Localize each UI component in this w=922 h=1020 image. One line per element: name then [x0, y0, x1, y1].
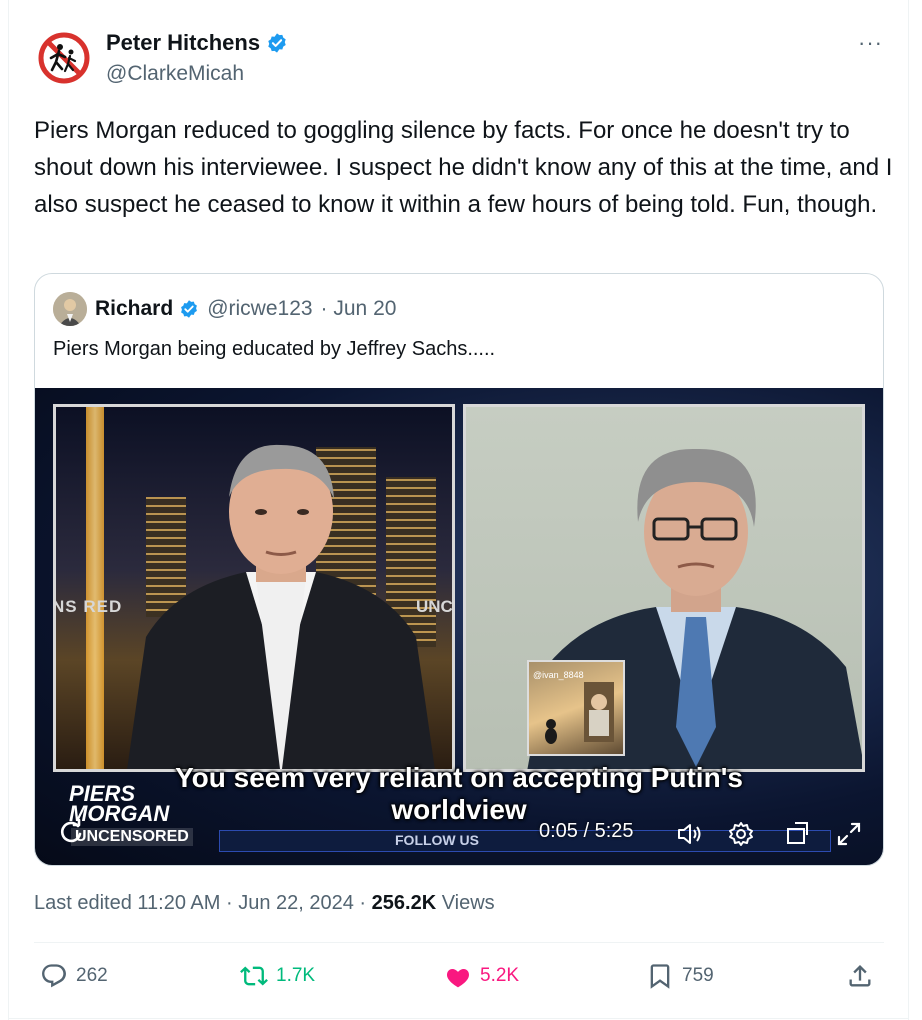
reply-button[interactable]: 262	[40, 962, 108, 990]
bottom-divider	[8, 1018, 908, 1019]
video-left-panel: NS RED UNC	[53, 404, 455, 772]
repost-count: 1.7K	[276, 965, 316, 986]
bookmark-icon	[650, 964, 670, 989]
quoted-tweet-header: Richard @ricwe123 · Jun 20	[53, 292, 396, 326]
quoted-author-avatar[interactable]	[53, 292, 87, 326]
repost-icon	[240, 966, 268, 986]
edited-timestamp[interactable]: Last edited 11:20 AM · Jun 22, 2024 ·	[34, 892, 372, 914]
settings-icon[interactable]	[727, 820, 755, 848]
like-count: 5.2K	[480, 965, 520, 986]
quoted-author-name-row[interactable]: Richard	[95, 297, 199, 321]
quoted-tweet-date[interactable]: · Jun 20	[321, 297, 397, 321]
share-icon	[849, 965, 871, 987]
repost-button[interactable]: 1.7K	[240, 962, 315, 990]
quoted-author-handle[interactable]: @ricwe123	[207, 297, 312, 321]
quoted-tweet[interactable]: Richard @ricwe123 · Jun 20 Piers Morgan …	[34, 273, 884, 866]
inset-scene	[545, 682, 614, 744]
tweet-meta: Last edited 11:20 AM · Jun 22, 2024 · 25…	[34, 892, 495, 915]
inset-thumbnail: @ivan_8848	[527, 660, 625, 756]
volume-icon[interactable]	[675, 820, 703, 848]
author-avatar[interactable]	[38, 32, 90, 84]
author-block: Peter Hitchens @ClarkeMicah	[106, 30, 288, 86]
no-entry-avatar-icon	[38, 32, 90, 84]
meta-divider	[34, 942, 884, 943]
like-button[interactable]: 5.2K	[444, 962, 519, 990]
author-name[interactable]: Peter Hitchens	[106, 30, 260, 56]
share-button[interactable]	[846, 962, 874, 990]
frame-border-left	[8, 0, 9, 1020]
views-count: 256.2K	[371, 892, 437, 914]
bookmark-count: 759	[682, 965, 714, 986]
video-caption-line2: worldview	[391, 794, 527, 825]
show-logo-subtitle: UNCENSORED	[71, 828, 193, 846]
reply-icon	[42, 964, 66, 988]
verified-icon	[268, 33, 286, 53]
follow-us-text: FOLLOW US	[395, 832, 479, 848]
minimize-icon[interactable]	[783, 820, 811, 848]
frame-border-right	[908, 0, 909, 1020]
views-label: Views	[436, 892, 495, 914]
more-icon[interactable]: ···	[858, 30, 883, 56]
studio-sign-left: NS RED	[53, 597, 123, 616]
author-handle[interactable]: @ClarkeMicah	[106, 62, 288, 86]
bookmark-button[interactable]: 759	[646, 962, 714, 990]
video-time: 0:05 / 5:25	[539, 820, 634, 842]
quoted-tweet-text: Piers Morgan being educated by Jeffrey S…	[53, 338, 496, 360]
replay-icon[interactable]	[57, 818, 85, 846]
like-icon	[446, 968, 470, 988]
video-caption-line1: You seem very reliant on accepting Putin…	[175, 762, 743, 793]
portrait-avatar-icon	[53, 292, 87, 326]
quoted-author-name[interactable]: Richard	[95, 297, 173, 321]
video-right-panel	[463, 404, 865, 772]
reply-count: 262	[76, 965, 108, 986]
verified-icon	[181, 300, 198, 318]
tweet-text: Piers Morgan reduced to goggling silence…	[34, 117, 893, 218]
fullscreen-icon[interactable]	[835, 820, 863, 848]
author-name-row[interactable]: Peter Hitchens	[106, 30, 288, 56]
host-figure	[127, 444, 435, 769]
video-player[interactable]: NS RED UNC @ivan_8848 PIERS MORGAN UNCEN…	[35, 388, 883, 865]
